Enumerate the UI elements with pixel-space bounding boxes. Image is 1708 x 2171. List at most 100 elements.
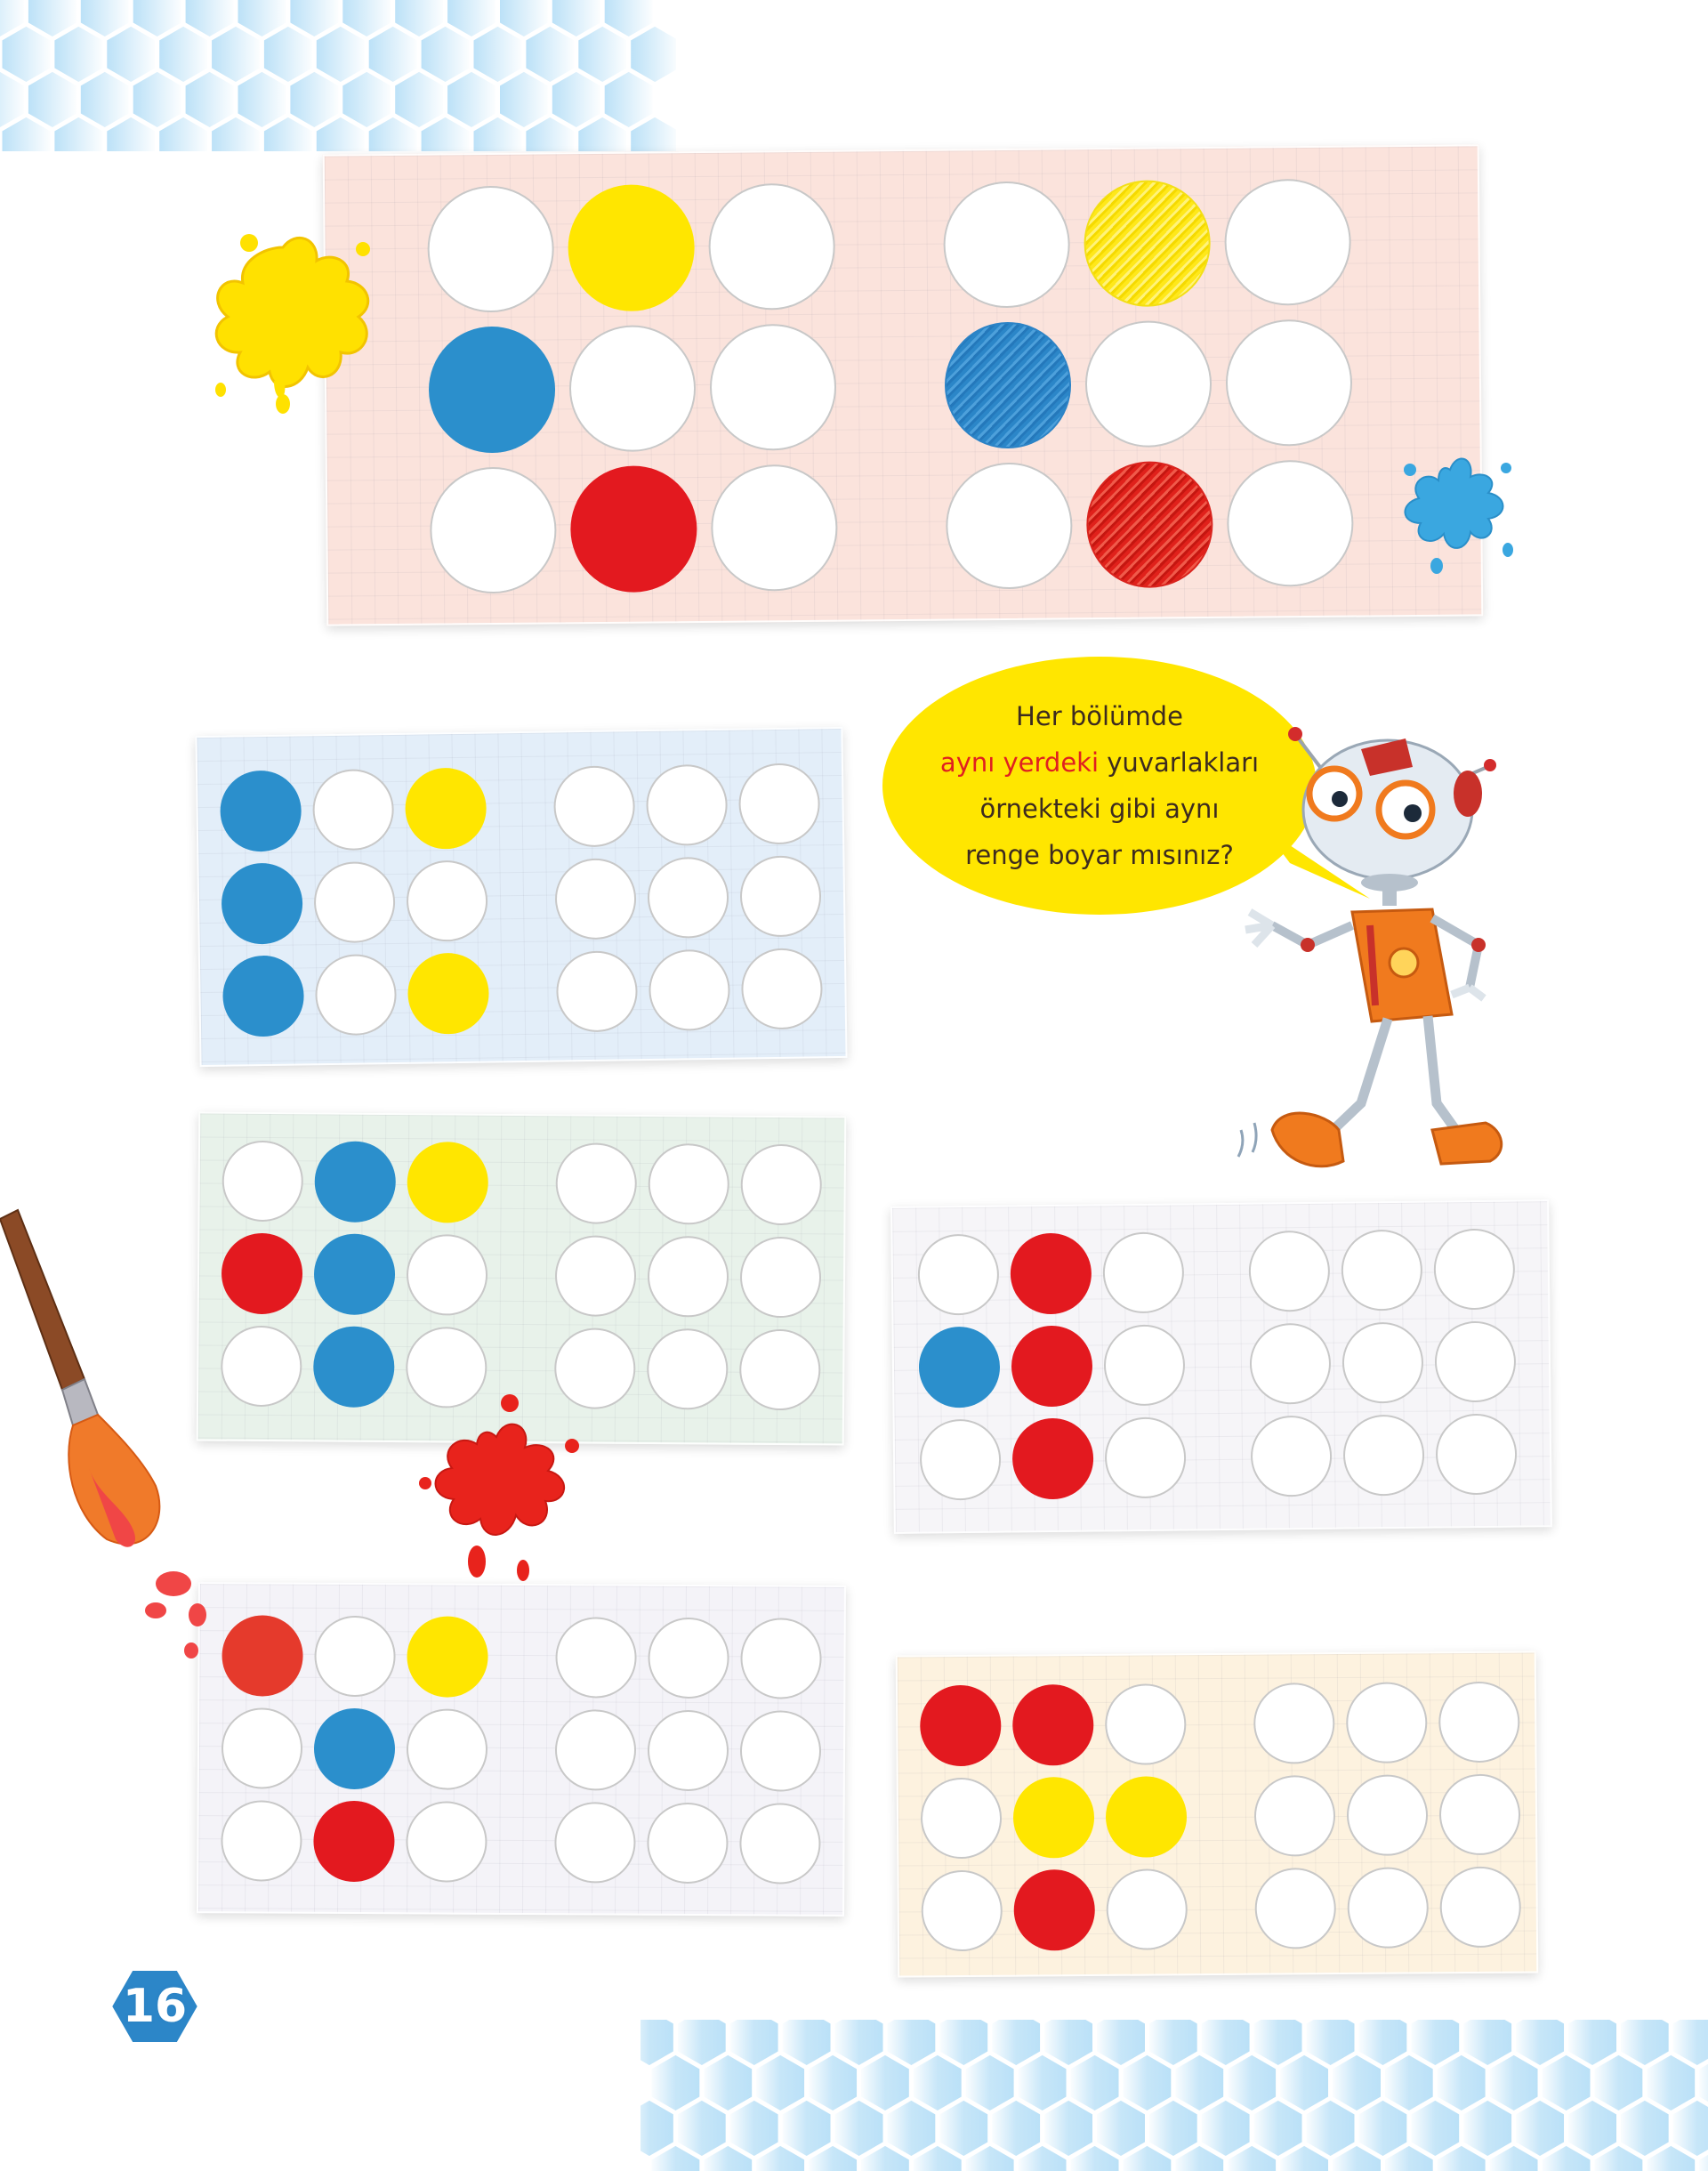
empty-circle[interactable] xyxy=(740,948,824,1030)
empty-circle[interactable] xyxy=(739,1803,821,1884)
empty-circle[interactable] xyxy=(1439,1866,1522,1949)
empty-circle xyxy=(920,1777,1003,1860)
sample-grid xyxy=(917,1231,1187,1501)
exercise-card-grey xyxy=(890,1199,1552,1534)
empty-circle[interactable] xyxy=(1341,1229,1423,1311)
empty-circle xyxy=(1104,1416,1187,1499)
empty-circle[interactable] xyxy=(555,1142,638,1224)
exercise-card-blue xyxy=(195,726,848,1068)
empty-circle xyxy=(1226,459,1354,587)
answer-grid[interactable] xyxy=(552,763,824,1033)
empty-circle xyxy=(917,1233,1000,1316)
blue-circle xyxy=(313,1233,396,1316)
example-right-grid xyxy=(943,178,1354,590)
empty-circle[interactable] xyxy=(1435,1413,1518,1496)
empty-circle[interactable] xyxy=(555,950,639,1033)
empty-circle[interactable] xyxy=(739,855,822,938)
empty-circle[interactable] xyxy=(740,1618,822,1699)
red-paint-splash xyxy=(419,1394,579,1581)
page-number: 16 xyxy=(122,1980,188,2033)
empty-circle xyxy=(1102,1231,1185,1314)
empty-circle[interactable] xyxy=(1250,1415,1333,1497)
blue-circle xyxy=(314,1141,397,1223)
empty-circle[interactable] xyxy=(1438,1773,1521,1856)
red-circle xyxy=(1011,1417,1094,1500)
empty-circle[interactable] xyxy=(1347,1867,1430,1949)
red-circle xyxy=(1010,1232,1092,1315)
crayon-blue-circle xyxy=(944,321,1072,449)
empty-circle[interactable] xyxy=(648,1142,730,1225)
empty-circle[interactable] xyxy=(554,858,637,940)
empty-circle[interactable] xyxy=(739,1710,822,1792)
blue-circle xyxy=(222,955,305,1037)
yellow-circle xyxy=(407,1616,488,1698)
empty-circle[interactable] xyxy=(1254,1868,1337,1949)
sample-grid xyxy=(220,1140,489,1408)
empty-circle xyxy=(1223,178,1352,306)
red-circle xyxy=(1011,1325,1093,1408)
crayon-yellow-circle xyxy=(1084,179,1212,308)
empty-circle[interactable] xyxy=(1433,1228,1516,1311)
empty-circle[interactable] xyxy=(647,1235,729,1318)
instruction-line-3: örnekteki gibi aynı xyxy=(979,794,1220,824)
empty-circle xyxy=(314,953,398,1037)
empty-circle[interactable] xyxy=(645,763,729,847)
answer-grid[interactable] xyxy=(1253,1681,1522,1949)
yellow-circle xyxy=(407,1142,489,1223)
empty-circle[interactable] xyxy=(554,1802,636,1884)
answer-grid[interactable] xyxy=(553,1142,823,1411)
blue-circle xyxy=(428,326,556,454)
empty-circle[interactable] xyxy=(1434,1320,1517,1403)
empty-circle[interactable] xyxy=(646,1328,729,1410)
red-circle xyxy=(313,1800,395,1883)
empty-circle[interactable] xyxy=(1249,1322,1332,1405)
empty-circle xyxy=(221,1800,302,1882)
empty-circle[interactable] xyxy=(1248,1230,1331,1312)
empty-circle[interactable] xyxy=(647,1709,729,1792)
instruction-line-4: renge boyar mısınız? xyxy=(965,840,1234,870)
empty-circle xyxy=(221,1707,303,1789)
red-circle xyxy=(221,1232,303,1315)
empty-circle xyxy=(919,1418,1002,1501)
empty-circle[interactable] xyxy=(647,1802,729,1884)
hexagon-pattern-top xyxy=(0,0,676,151)
answer-grid[interactable] xyxy=(1248,1228,1518,1497)
yellow-circle xyxy=(1012,1776,1095,1859)
empty-circle[interactable] xyxy=(1253,1775,1336,1857)
empty-circle[interactable] xyxy=(1345,1682,1428,1763)
empty-circle[interactable] xyxy=(737,763,821,845)
empty-circle[interactable] xyxy=(1253,1683,1335,1764)
empty-circle[interactable] xyxy=(555,1617,637,1699)
empty-circle xyxy=(313,860,396,944)
empty-circle[interactable] xyxy=(1341,1321,1424,1404)
empty-circle xyxy=(406,1801,487,1883)
empty-circle[interactable] xyxy=(554,1709,637,1791)
empty-circle[interactable] xyxy=(554,1235,637,1317)
example-card xyxy=(322,144,1484,626)
empty-circle[interactable] xyxy=(648,948,731,1032)
empty-circle[interactable] xyxy=(647,856,729,940)
empty-circle xyxy=(429,466,558,594)
red-circle xyxy=(1011,1683,1094,1766)
instruction-line-1: Her bölümde xyxy=(1016,701,1183,731)
empty-circle xyxy=(222,1140,304,1223)
empty-circle[interactable] xyxy=(552,765,636,848)
empty-circle[interactable] xyxy=(739,1236,822,1319)
empty-circle[interactable] xyxy=(1342,1414,1425,1497)
blue-circle xyxy=(312,1326,395,1408)
empty-circle[interactable] xyxy=(738,1328,821,1411)
empty-circle xyxy=(1106,1868,1188,1950)
empty-circle[interactable] xyxy=(740,1143,823,1226)
red-circle xyxy=(919,1684,1002,1767)
empty-circle[interactable] xyxy=(1438,1681,1520,1763)
paintbrush-icon xyxy=(0,1208,206,1659)
exercise-card-lilac xyxy=(197,1582,846,1917)
answer-grid[interactable] xyxy=(554,1617,822,1884)
yellow-circle xyxy=(1105,1776,1188,1858)
empty-circle[interactable] xyxy=(648,1617,729,1699)
empty-circle xyxy=(311,768,395,851)
instruction-line-2: aynı yerdeki yuvarlakları xyxy=(940,739,1259,786)
blue-paint-splash xyxy=(1404,457,1513,574)
hexagon-pattern-bottom xyxy=(640,2020,1708,2171)
empty-circle[interactable] xyxy=(1346,1774,1429,1856)
